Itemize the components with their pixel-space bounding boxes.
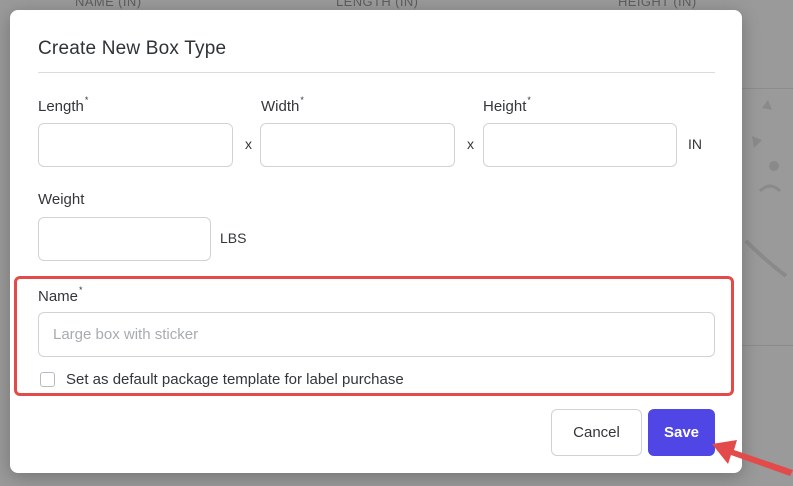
weight-input[interactable] xyxy=(38,217,211,261)
width-input[interactable] xyxy=(260,123,455,167)
required-marker: * xyxy=(300,95,304,105)
height-input[interactable] xyxy=(483,123,677,167)
title-divider xyxy=(38,72,715,73)
default-template-checkbox-label[interactable]: Set as default package template for labe… xyxy=(66,371,404,388)
name-label: Name* xyxy=(38,285,83,305)
default-template-checkbox[interactable] xyxy=(40,372,55,387)
background-column-header: NAME (IN) xyxy=(75,0,142,9)
background-column-header: LENGTH (IN) xyxy=(336,0,419,9)
weight-label: Weight xyxy=(38,191,85,208)
weight-unit: LBS xyxy=(220,230,247,246)
length-label: Length* xyxy=(38,95,89,115)
background-divider xyxy=(742,345,793,346)
save-button[interactable]: Save xyxy=(648,409,715,456)
required-marker: * xyxy=(79,285,83,295)
required-marker: * xyxy=(527,95,531,105)
dimension-unit: IN xyxy=(688,136,702,152)
background-divider xyxy=(742,88,793,89)
cancel-button[interactable]: Cancel xyxy=(551,409,642,456)
length-input[interactable] xyxy=(38,123,233,167)
pointer-arrow-icon xyxy=(712,440,793,476)
background-table-header: NAME (IN) LENGTH (IN) HEIGHT (IN) xyxy=(0,0,793,9)
modal-title: Create New Box Type xyxy=(38,38,227,59)
background-column-header: HEIGHT (IN) xyxy=(618,0,697,9)
height-label: Height* xyxy=(483,95,531,115)
name-input[interactable] xyxy=(38,312,715,357)
dimension-separator: x xyxy=(245,136,252,152)
width-label: Width* xyxy=(261,95,304,115)
dimension-separator: x xyxy=(467,136,474,152)
background-illustration-icon xyxy=(744,100,788,278)
required-marker: * xyxy=(84,95,89,105)
create-box-type-modal: Create New Box Type Length* x Width* x H… xyxy=(10,10,742,473)
